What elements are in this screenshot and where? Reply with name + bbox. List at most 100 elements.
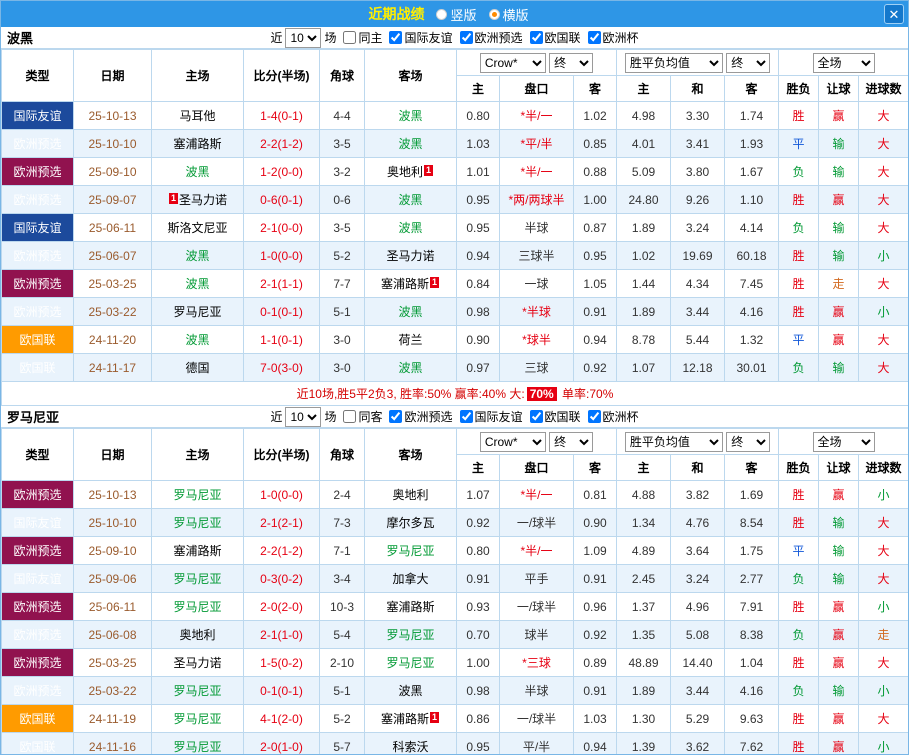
home-team: 罗马尼亚 [152, 565, 244, 593]
handicap-line: 一/球半 [500, 593, 574, 621]
handicap-line: 三球半 [500, 242, 574, 270]
league-filter-option[interactable]: 国际友谊 [460, 408, 523, 425]
match-score: 1-1(0-1) [244, 326, 320, 354]
avg-select[interactable]: 胜平负均值 [625, 432, 723, 452]
home-water-odds: 0.98 [457, 677, 500, 705]
league-filter-checkbox[interactable] [530, 31, 543, 44]
match-score: 2-1(1-0) [244, 621, 320, 649]
league-filter-checkbox[interactable] [343, 31, 356, 44]
avg-home-odds: 4.88 [617, 481, 671, 509]
corner-score: 3-0 [320, 326, 365, 354]
col-result: 胜负 [779, 76, 819, 102]
match-score: 2-0(1-0) [244, 733, 320, 755]
team-name: 罗马尼亚 [386, 544, 434, 558]
league-filter-checkbox[interactable] [460, 410, 473, 423]
team-name: 罗马尼亚 [173, 516, 221, 530]
away-water-odds: 0.87 [574, 214, 617, 242]
league-filter-option[interactable]: 欧国联 [530, 408, 581, 425]
avg-away-odds: 9.63 [725, 705, 779, 733]
scope-select[interactable]: 全场 [813, 53, 875, 73]
league-filter-option[interactable]: 欧洲杯 [588, 408, 639, 425]
league-filter-option[interactable]: 国际友谊 [389, 29, 452, 46]
handicap-result: 输 [819, 354, 859, 382]
match-row: 欧洲预选25-09-10塞浦路斯2-2(1-2)7-1罗马尼亚0.80*半/一1… [2, 537, 909, 565]
away-team: 摩尔多瓦 [365, 509, 457, 537]
league-filter-option[interactable]: 欧国联 [530, 29, 581, 46]
league-filter-option[interactable]: 欧洲杯 [588, 29, 639, 46]
odds-company-select[interactable]: Crow* [480, 53, 546, 73]
match-result: 胜 [779, 186, 819, 214]
match-type: 欧洲预选 [2, 649, 74, 677]
league-filter-checkbox[interactable] [588, 410, 601, 423]
match-date: 25-06-11 [74, 214, 152, 242]
match-count-select[interactable]: 10 [285, 407, 321, 427]
team-name: 圣马力诺 [179, 193, 227, 207]
odds-company-select[interactable]: Crow* [480, 432, 546, 452]
col-let-result: 让球 [819, 455, 859, 481]
match-type: 国际友谊 [2, 565, 74, 593]
away-team: 罗马尼亚 [365, 621, 457, 649]
avg-home-odds: 1.30 [617, 705, 671, 733]
avg-home-odds: 1.39 [617, 733, 671, 755]
team-name: 德国 [185, 361, 209, 375]
match-date: 25-09-10 [74, 158, 152, 186]
avg-home-odds: 4.01 [617, 130, 671, 158]
league-filter-checkbox[interactable] [530, 410, 543, 423]
match-count-select[interactable]: 10 [285, 28, 321, 48]
vertical-layout-radio[interactable]: 竖版 [436, 5, 476, 24]
radio-unselected-icon [436, 9, 447, 20]
match-type: 欧国联 [2, 354, 74, 382]
match-date: 25-09-10 [74, 537, 152, 565]
corner-score: 7-1 [320, 537, 365, 565]
away-water-odds: 1.05 [574, 270, 617, 298]
league-filter-option[interactable]: 同主 [343, 29, 382, 46]
league-filter-label: 欧洲杯 [603, 408, 639, 425]
corner-score: 4-4 [320, 102, 365, 130]
home-team: 波黑 [152, 270, 244, 298]
avg-home-odds: 1.89 [617, 298, 671, 326]
goals-result: 大 [859, 649, 909, 677]
match-row: 国际友谊25-06-11斯洛文尼亚2-1(0-0)3-5波黑0.95半球0.87… [2, 214, 909, 242]
league-filter-option[interactable]: 欧洲预选 [460, 29, 523, 46]
odds-final-select[interactable]: 终 [549, 432, 593, 452]
corner-score: 3-4 [320, 565, 365, 593]
match-score: 0-3(0-2) [244, 565, 320, 593]
league-filter-option[interactable]: 欧洲预选 [389, 408, 452, 425]
match-result: 胜 [779, 705, 819, 733]
league-filter-checkbox[interactable] [389, 31, 402, 44]
handicap-result: 赢 [819, 621, 859, 649]
odds-final-select[interactable]: 终 [549, 53, 593, 73]
league-filter-checkbox[interactable] [588, 31, 601, 44]
horizontal-layout-radio[interactable]: 横版 [489, 5, 529, 24]
scope-select[interactable]: 全场 [813, 432, 875, 452]
match-date: 25-10-10 [74, 509, 152, 537]
league-filter-label: 欧洲预选 [404, 408, 452, 425]
avg-draw-odds: 3.24 [671, 565, 725, 593]
home-team: 塞浦路斯 [152, 537, 244, 565]
close-icon[interactable]: ✕ [884, 4, 904, 24]
match-result: 平 [779, 130, 819, 158]
handicap-line: *半/一 [500, 481, 574, 509]
match-row: 国际友谊25-09-06罗马尼亚0-3(0-2)3-4加拿大0.91平手0.91… [2, 565, 909, 593]
team-name: 罗马尼亚 [173, 572, 221, 586]
avg-select[interactable]: 胜平负均值 [625, 53, 723, 73]
handicap-line: 半球 [500, 214, 574, 242]
team-name: 科索沃 [392, 740, 428, 754]
avg-final-select[interactable]: 终 [726, 53, 770, 73]
home-water-odds: 0.95 [457, 214, 500, 242]
home-water-odds: 0.95 [457, 186, 500, 214]
avg-final-select[interactable]: 终 [726, 432, 770, 452]
corner-score: 7-3 [320, 509, 365, 537]
handicap-line: 平手 [500, 565, 574, 593]
league-filter-checkbox[interactable] [389, 410, 402, 423]
team-name: 罗马尼亚 [173, 740, 221, 754]
league-filter-checkbox[interactable] [343, 410, 356, 423]
avg-draw-odds: 3.44 [671, 298, 725, 326]
avg-away-odds: 1.32 [725, 326, 779, 354]
team-name: 塞浦路斯 [173, 137, 221, 151]
league-filter-option[interactable]: 同客 [343, 408, 382, 425]
league-filter-checkbox[interactable] [460, 31, 473, 44]
away-water-odds: 0.94 [574, 326, 617, 354]
avg-away-odds: 7.62 [725, 733, 779, 755]
match-score: 1-2(0-0) [244, 158, 320, 186]
